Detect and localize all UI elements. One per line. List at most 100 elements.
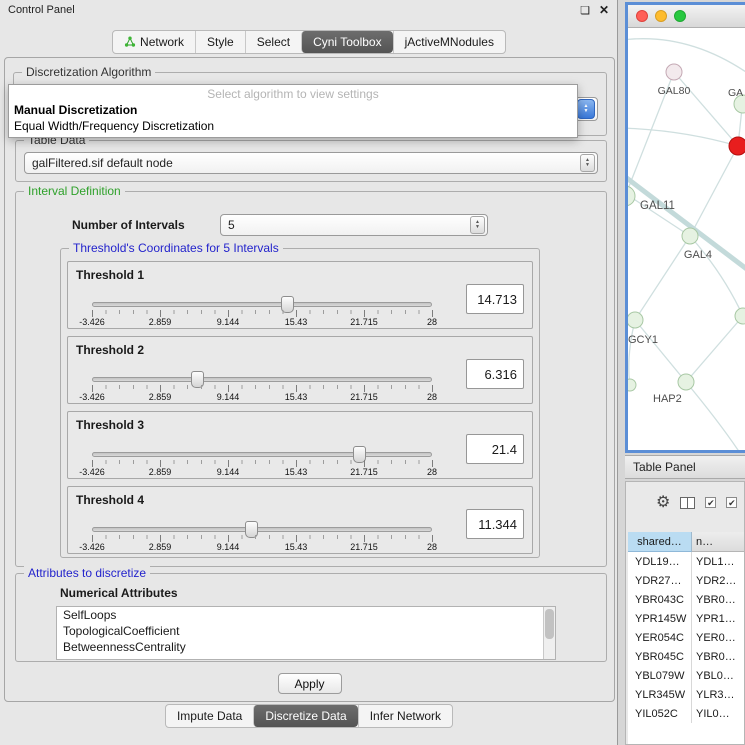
cell-shared-name[interactable]: YPR145W	[628, 609, 692, 628]
network-edge[interactable]	[629, 320, 635, 385]
apply-button[interactable]: Apply	[278, 673, 342, 694]
scrollbar-thumb[interactable]	[545, 609, 554, 639]
network-window-titlebar	[628, 5, 745, 28]
table-row[interactable]: YLR345WYLR3…	[628, 685, 744, 704]
threshold-4-slider[interactable]	[92, 527, 432, 532]
cell-shared-name[interactable]: YIL052C	[628, 704, 692, 723]
window-float-icon[interactable]: ❏	[580, 4, 590, 17]
tick-label: 28	[427, 392, 437, 402]
threshold-2-value-field[interactable]: 6.316	[466, 359, 524, 389]
tab-style-label: Style	[207, 35, 234, 49]
table-row[interactable]: YDR27…YDR2…	[628, 571, 744, 590]
cell-name[interactable]: YIL0…	[692, 704, 744, 723]
table-row[interactable]: YBR045CYBR0…	[628, 647, 744, 666]
tab-jactivemnodules[interactable]: jActiveMNodules	[393, 31, 505, 53]
threshold-2-panel: Threshold 2 6.316 -3.426 2.859 9.144	[67, 336, 533, 404]
network-node[interactable]	[666, 64, 682, 80]
table-row[interactable]: YDL19…YDL1…	[628, 552, 744, 571]
tab-impute-data[interactable]: Impute Data	[166, 705, 253, 727]
node-label: GAL11	[640, 200, 675, 212]
window-close-icon[interactable]: ✕	[599, 3, 609, 17]
tick-major	[364, 535, 365, 542]
list-item[interactable]: SelfLoops	[57, 607, 555, 623]
threshold-3-slider[interactable]	[92, 452, 432, 457]
threshold-3-label: Threshold 3	[76, 418, 144, 432]
network-node[interactable]	[628, 379, 636, 391]
network-edge[interactable]	[686, 382, 740, 453]
zoom-traffic-light-button[interactable]	[674, 10, 686, 22]
table-row[interactable]: YIL052CYIL0…	[628, 704, 744, 723]
network-edge[interactable]	[628, 39, 745, 72]
cell-name[interactable]: YBR0…	[692, 590, 744, 609]
close-traffic-light-button[interactable]	[636, 10, 648, 22]
cell-shared-name[interactable]: YBR043C	[628, 590, 692, 609]
network-node[interactable]	[682, 228, 698, 244]
tab-select[interactable]: Select	[245, 31, 301, 53]
threshold-3-value-field[interactable]: 21.4	[466, 434, 524, 464]
cell-name[interactable]: YBR0…	[692, 647, 744, 666]
network-edge[interactable]	[635, 320, 686, 382]
table-row[interactable]: YBR043CYBR0…	[628, 590, 744, 609]
list-item[interactable]: BetweennessCentrality	[57, 639, 555, 655]
algorithm-group-label: Discretization Algorithm	[22, 65, 155, 79]
table-data-combobox[interactable]: galFiltered.sif default node ▲ ▼	[24, 152, 598, 174]
cell-name[interactable]: YER0…	[692, 628, 744, 647]
network-node-selected[interactable]	[729, 137, 745, 155]
column-header-shared-name[interactable]: shared…	[628, 532, 692, 552]
tab-infer-network[interactable]: Infer Network	[358, 705, 452, 727]
popup-option-manual-discretization[interactable]: Manual Discretization	[9, 102, 577, 118]
threshold-2-slider[interactable]	[92, 377, 432, 382]
network-icon	[124, 36, 136, 48]
network-node[interactable]	[628, 312, 643, 328]
tab-cyni-toolbox[interactable]: Cyni Toolbox	[301, 31, 392, 53]
network-edge[interactable]	[628, 128, 738, 146]
cell-name[interactable]: YDL1…	[692, 552, 744, 571]
tick-major	[432, 535, 433, 542]
network-edge[interactable]	[686, 316, 743, 382]
tab-discretize-data-label: Discretize Data	[265, 709, 346, 723]
network-node[interactable]	[678, 374, 694, 390]
column-header-name[interactable]: n…	[692, 532, 744, 552]
tab-infer-network-label: Infer Network	[370, 709, 441, 723]
tick-major	[228, 310, 229, 317]
select-all-icon[interactable]: ✔	[705, 497, 716, 508]
cell-name[interactable]: YBL0…	[692, 666, 744, 685]
network-canvas[interactable]: GAL80 GA GAL11 GAL4 GCY1 HAP2	[628, 28, 745, 453]
threshold-4-value-field[interactable]: 11.344	[466, 509, 524, 539]
cell-shared-name[interactable]: YBR045C	[628, 647, 692, 666]
cell-shared-name[interactable]: YDL19…	[628, 552, 692, 571]
list-item[interactable]: TopologicalCoefficient	[57, 623, 555, 639]
popup-option-equal-width-frequency[interactable]: Equal Width/Frequency Discretization	[9, 118, 577, 134]
threshold-1-slider[interactable]	[92, 302, 432, 307]
table-row[interactable]: YPR145WYPR1…	[628, 609, 744, 628]
thresholds-group: Threshold's Coordinates for 5 Intervals …	[60, 248, 540, 558]
combobox-stepper-icon: ▲ ▼	[577, 99, 595, 119]
cell-shared-name[interactable]: YLR345W	[628, 685, 692, 704]
network-edge[interactable]	[690, 146, 738, 236]
tick-label: 9.144	[217, 392, 240, 402]
table-header-row: shared… n…	[628, 532, 744, 552]
cell-shared-name[interactable]: YER054C	[628, 628, 692, 647]
network-node[interactable]	[628, 186, 635, 206]
cell-shared-name[interactable]: YBL079W	[628, 666, 692, 685]
cell-shared-name[interactable]: YDR27…	[628, 571, 692, 590]
tab-style[interactable]: Style	[195, 31, 245, 53]
minimize-traffic-light-button[interactable]	[655, 10, 667, 22]
cell-name[interactable]: YPR1…	[692, 609, 744, 628]
network-edge[interactable]	[635, 236, 690, 320]
settings-gear-icon[interactable]: ⚙	[656, 495, 670, 511]
tab-network[interactable]: Network	[113, 31, 195, 53]
list-scrollbar[interactable]	[543, 607, 555, 659]
table-row[interactable]: YER054CYER0…	[628, 628, 744, 647]
number-of-intervals-combobox[interactable]: 5 ▲ ▼	[220, 214, 488, 236]
threshold-1-value-field[interactable]: 14.713	[466, 284, 524, 314]
network-node[interactable]	[735, 308, 745, 324]
select-none-icon[interactable]: ✔	[726, 497, 737, 508]
tab-discretize-data[interactable]: Discretize Data	[253, 705, 357, 727]
cell-name[interactable]: YLR3…	[692, 685, 744, 704]
tick-label: 2.859	[149, 392, 172, 402]
network-edge[interactable]	[674, 72, 738, 146]
cell-name[interactable]: YDR2…	[692, 571, 744, 590]
table-row[interactable]: YBL079WYBL0…	[628, 666, 744, 685]
column-layout-icon[interactable]	[680, 497, 695, 509]
